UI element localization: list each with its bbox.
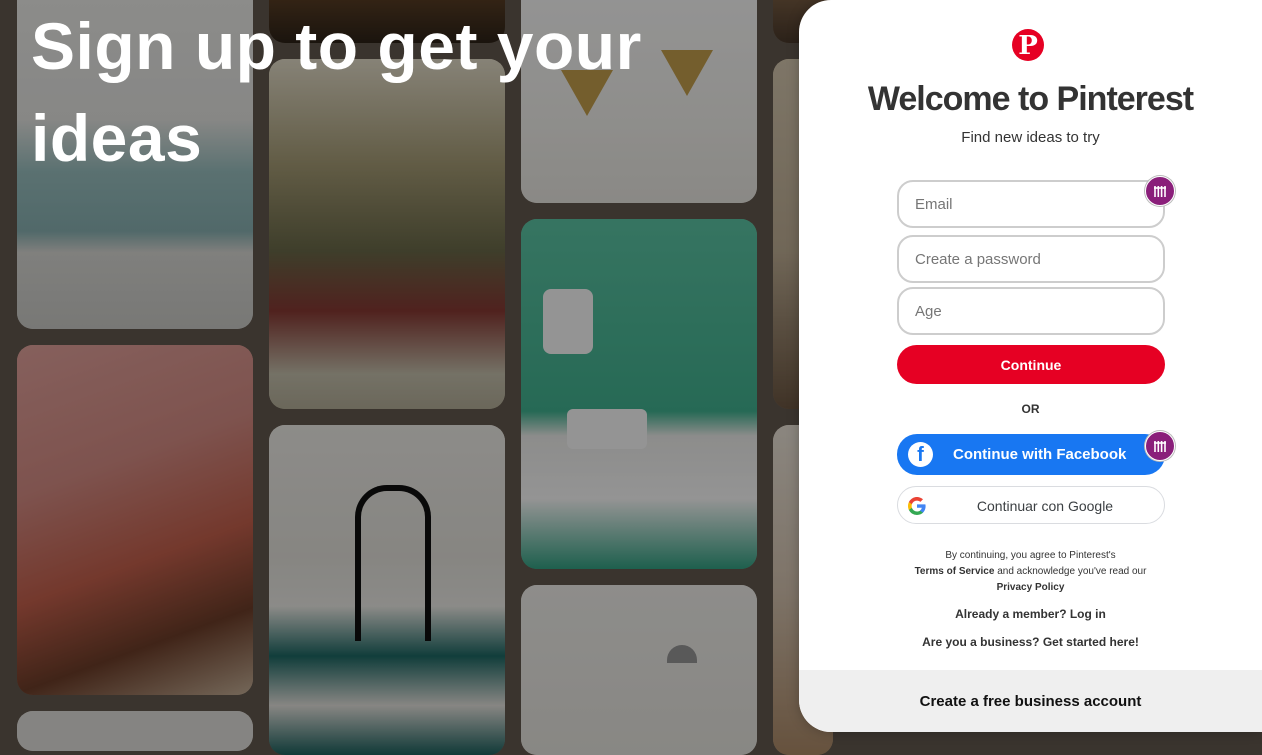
or-divider: OR <box>1021 402 1040 416</box>
google-login-button[interactable]: Continuar con Google <box>897 486 1165 524</box>
facebook-icon: f <box>908 442 933 467</box>
hero-title: Sign up to get your ideas <box>31 9 642 175</box>
email-field[interactable] <box>897 180 1165 228</box>
pin-image-green-bathroom[interactable] <box>521 219 757 569</box>
create-business-account-button[interactable]: Create a free business account <box>799 693 1262 710</box>
password-field[interactable] <box>897 235 1165 283</box>
business-account-bar: Create a free business account <box>799 670 1262 732</box>
facebook-login-button[interactable]: f Continue with Facebook <box>897 434 1165 475</box>
terms-of-service-link[interactable]: Terms of Service <box>915 566 995 577</box>
continue-button[interactable]: Continue <box>897 345 1165 384</box>
pin-image-window-lamp[interactable] <box>521 585 757 755</box>
pin-image-pink-room[interactable] <box>17 345 253 695</box>
pin-image-arch-mirror-bathroom[interactable] <box>269 425 505 755</box>
terms-middle: and acknowledge you've read our <box>997 566 1147 577</box>
facebook-label: Continue with Facebook <box>953 446 1127 463</box>
card-title: Welcome to Pinterest <box>867 80 1194 118</box>
business-get-started-link[interactable]: Are you a business? Get started here! <box>799 635 1262 649</box>
login-link[interactable]: Already a member? Log in <box>799 607 1262 621</box>
privacy-policy-link[interactable]: Privacy Policy <box>997 582 1065 593</box>
pin-image-shower[interactable] <box>17 711 253 751</box>
terms-text: By continuing, you agree to Pinterest's … <box>799 548 1262 596</box>
google-label: Continuar con Google <box>976 498 1114 514</box>
password-manager-icon[interactable] <box>1145 431 1175 461</box>
pinterest-logo-icon[interactable]: P <box>1012 29 1044 61</box>
password-manager-icon[interactable] <box>1145 176 1175 206</box>
signup-card: P Welcome to Pinterest Find new ideas to… <box>799 0 1262 732</box>
age-field[interactable] <box>897 287 1165 335</box>
terms-prefix: By continuing, you agree to Pinterest's <box>945 550 1116 561</box>
card-subtitle: Find new ideas to try <box>961 129 1100 146</box>
logo-letter: P <box>1018 31 1038 61</box>
